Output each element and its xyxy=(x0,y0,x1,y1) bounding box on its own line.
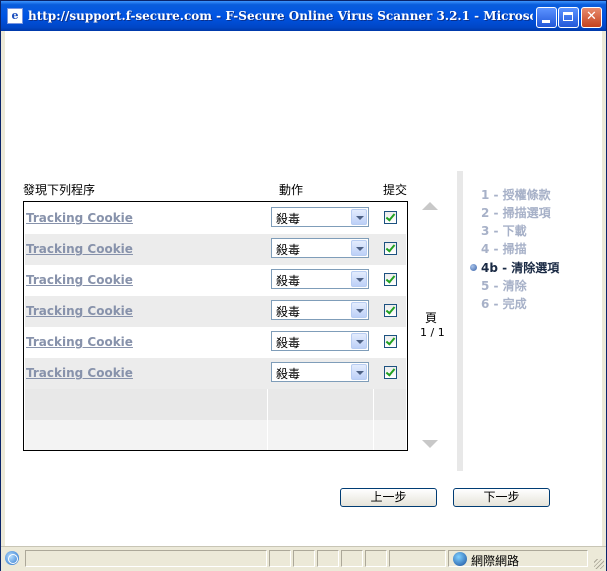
status-cell xyxy=(365,550,387,567)
current-step-bullet-icon xyxy=(470,264,477,271)
prev-button[interactable]: 上一步 xyxy=(340,488,437,507)
minimize-button[interactable] xyxy=(536,7,557,28)
threat-link[interactable]: Tracking Cookie xyxy=(26,273,133,287)
submit-checkbox[interactable] xyxy=(384,366,397,379)
action-select[interactable]: 殺毒 xyxy=(271,269,369,289)
window-title: http://support.f-secure.com - F-Secure O… xyxy=(28,9,533,23)
page-number: 1 / 1 xyxy=(420,326,445,339)
page-label: 頁 xyxy=(425,311,438,325)
resize-grip-icon[interactable] xyxy=(594,559,604,569)
table-row: Tracking Cookie 殺毒 xyxy=(25,296,406,327)
action-select-value: 殺毒 xyxy=(276,243,301,257)
column-divider xyxy=(267,420,268,450)
chevron-down-icon xyxy=(351,364,367,380)
status-cell xyxy=(317,550,339,567)
chevron-down-icon xyxy=(351,302,367,318)
action-select-value: 殺毒 xyxy=(276,305,301,319)
action-select-value: 殺毒 xyxy=(276,367,301,381)
action-select-value: 殺毒 xyxy=(276,212,301,226)
step-item: 2 - 掃描選項 xyxy=(481,206,551,220)
globe-icon xyxy=(453,552,467,566)
action-select[interactable]: 殺毒 xyxy=(271,300,369,320)
title-bar[interactable]: e http://support.f-secure.com - F-Secure… xyxy=(1,1,606,31)
status-cell xyxy=(293,550,315,567)
step-item: 5 - 清除 xyxy=(481,279,527,293)
maximize-icon xyxy=(563,12,573,21)
ie-status-icon xyxy=(5,551,19,565)
status-bar: 網際網路 xyxy=(1,546,606,571)
table-row: Tracking Cookie 殺毒 xyxy=(25,358,406,389)
threat-link[interactable]: Tracking Cookie xyxy=(26,304,133,318)
submit-checkbox[interactable] xyxy=(384,335,397,348)
header-action: 動作 xyxy=(279,183,304,197)
close-icon: ✕ xyxy=(586,9,597,24)
maximize-button[interactable] xyxy=(558,7,579,28)
empty-row xyxy=(25,389,406,420)
action-select-value: 殺毒 xyxy=(276,274,301,288)
scroll-down-icon[interactable] xyxy=(422,440,438,448)
column-divider xyxy=(267,389,268,420)
table-row: Tracking Cookie 殺毒 xyxy=(25,203,406,234)
threat-link[interactable]: Tracking Cookie xyxy=(26,211,133,225)
steps-panel: 1 - 授權條款 2 - 掃描選項 3 - 下載 4 - 掃描 4b - 清除選… xyxy=(457,171,602,471)
status-cell xyxy=(341,550,363,567)
step-item: 3 - 下載 xyxy=(481,224,527,238)
action-select[interactable]: 殺毒 xyxy=(271,238,369,258)
threat-link[interactable]: Tracking Cookie xyxy=(26,366,133,380)
header-submit: 提交 xyxy=(383,183,408,197)
column-divider xyxy=(373,420,374,450)
table-row: Tracking Cookie 殺毒 xyxy=(25,265,406,296)
results-table: Tracking Cookie 殺毒 Tracking Cookie 殺毒 Tr… xyxy=(23,201,408,451)
chevron-down-icon xyxy=(351,333,367,349)
minimize-icon xyxy=(542,20,550,23)
action-select[interactable]: 殺毒 xyxy=(271,207,369,227)
submit-checkbox[interactable] xyxy=(384,242,397,255)
ie-page-icon: e xyxy=(7,8,23,24)
next-button[interactable]: 下一步 xyxy=(453,488,550,507)
action-select[interactable]: 殺毒 xyxy=(271,362,369,382)
chevron-down-icon xyxy=(351,240,367,256)
chevron-down-icon xyxy=(351,209,367,225)
empty-row xyxy=(25,420,406,450)
close-button[interactable]: ✕ xyxy=(581,7,602,28)
action-select[interactable]: 殺毒 xyxy=(271,331,369,351)
submit-checkbox[interactable] xyxy=(384,273,397,286)
status-cell xyxy=(389,550,446,567)
step-item: 4 - 掃描 xyxy=(481,242,527,256)
chevron-down-icon xyxy=(351,271,367,287)
submit-checkbox[interactable] xyxy=(384,211,397,224)
threat-link[interactable]: Tracking Cookie xyxy=(26,242,133,256)
security-zone: 網際網路 xyxy=(471,554,520,568)
browser-window: e http://support.f-secure.com - F-Secure… xyxy=(0,0,607,571)
page-content: 發現下列程序 動作 提交 Tracking Cookie 殺毒 Tracking… xyxy=(5,31,602,546)
table-row: Tracking Cookie 殺毒 xyxy=(25,327,406,358)
status-cell xyxy=(25,550,267,567)
header-program: 發現下列程序 xyxy=(23,183,96,197)
step-item: 1 - 授權條款 xyxy=(481,188,551,202)
scroll-up-icon[interactable] xyxy=(422,202,438,210)
submit-checkbox[interactable] xyxy=(384,304,397,317)
table-row: Tracking Cookie 殺毒 xyxy=(25,234,406,265)
threat-link[interactable]: Tracking Cookie xyxy=(26,335,133,349)
step-item: 6 - 完成 xyxy=(481,297,527,311)
status-cell xyxy=(269,550,291,567)
step-item-active: 4b - 清除選項 xyxy=(481,261,560,275)
action-select-value: 殺毒 xyxy=(276,336,301,350)
column-divider xyxy=(373,389,374,420)
